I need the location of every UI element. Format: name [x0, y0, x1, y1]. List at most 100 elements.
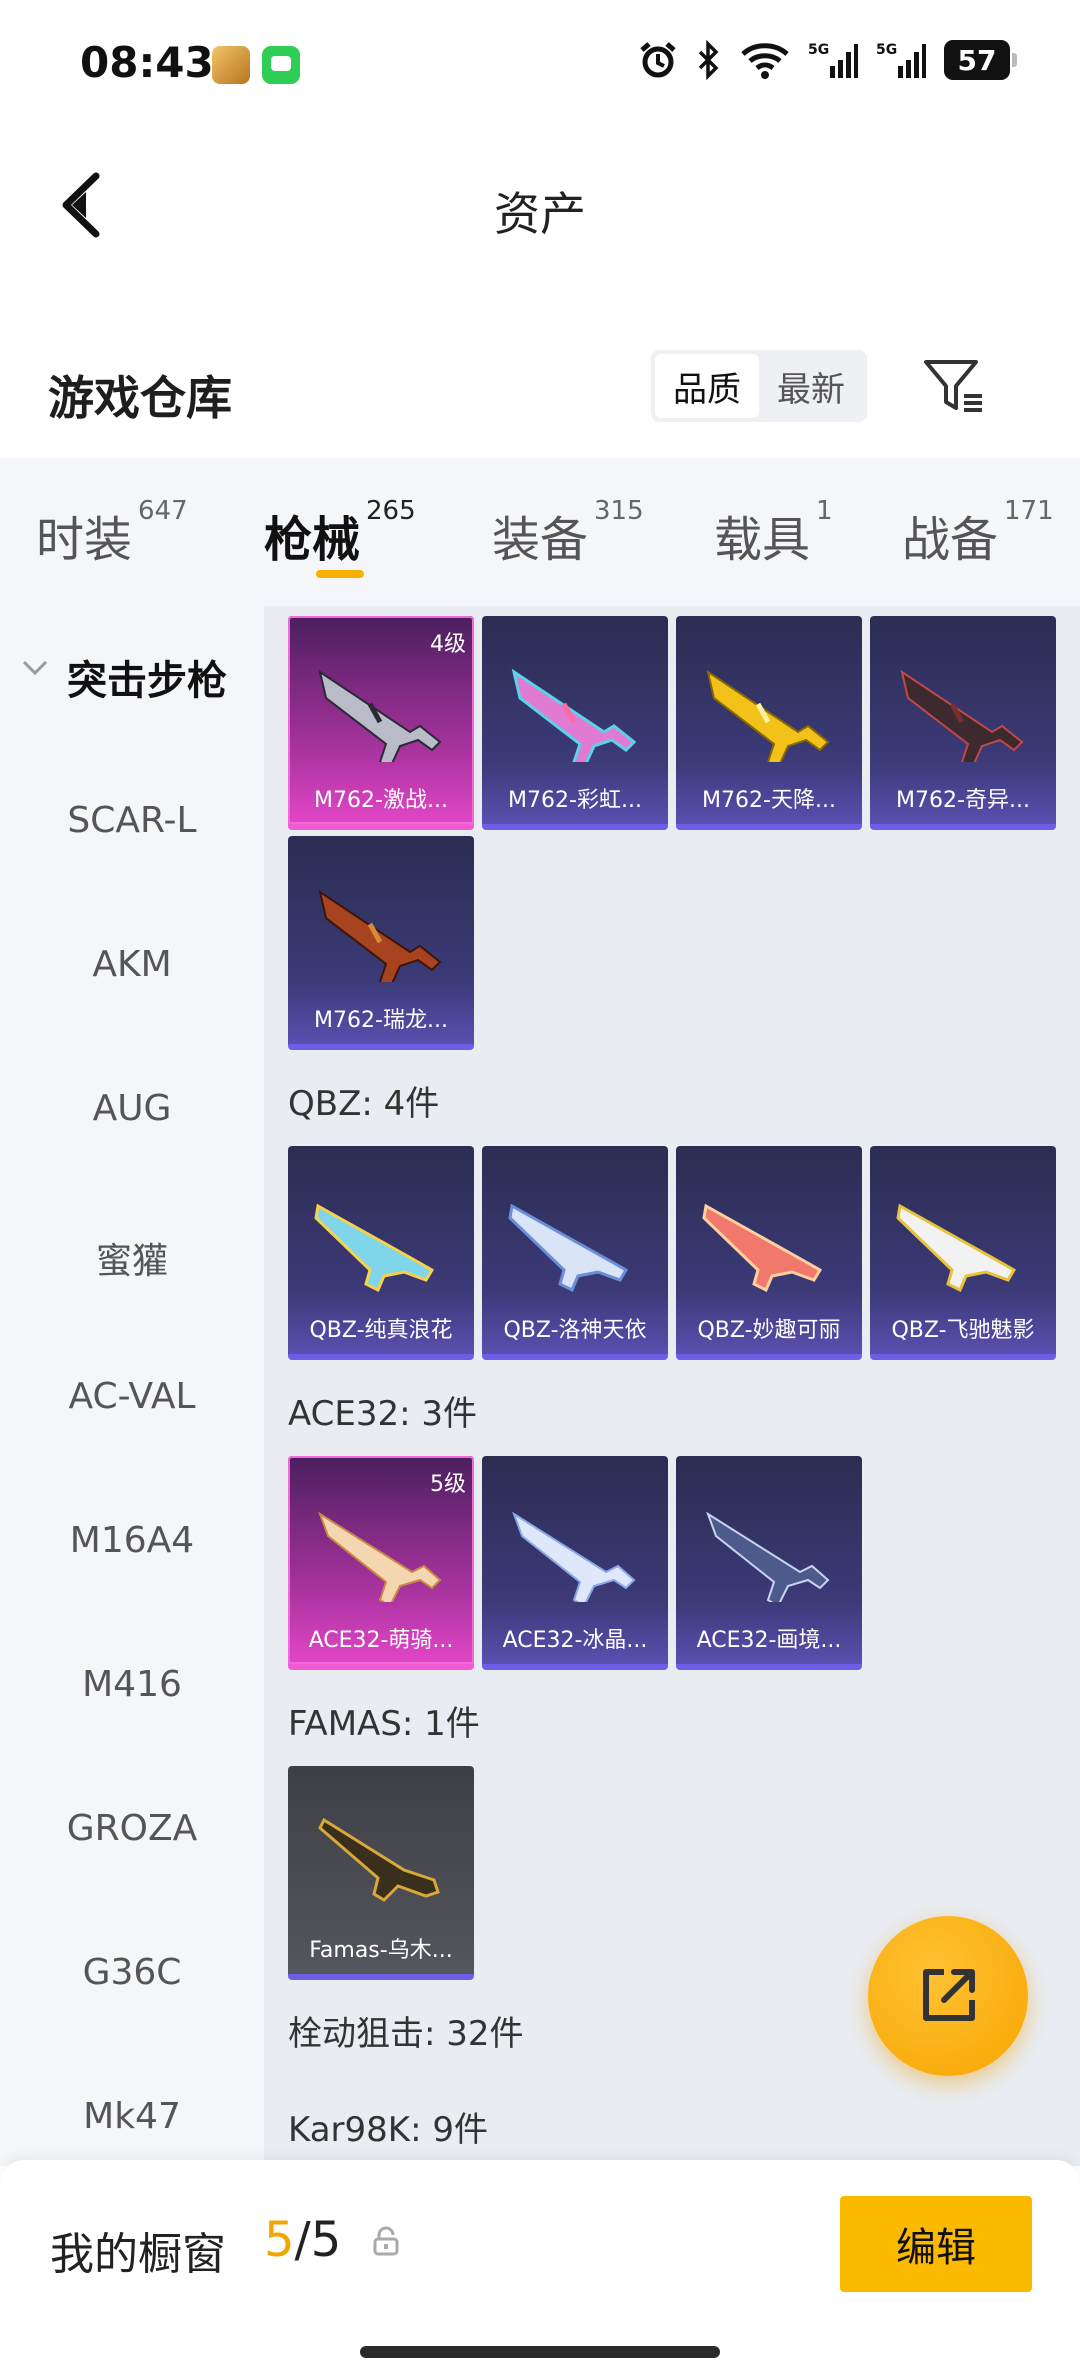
share-icon [923, 1969, 975, 2021]
rifle-icon [508, 1203, 629, 1292]
tab-label: 载具 [714, 512, 811, 568]
weapon-card[interactable]: ACE32-画境... [676, 1456, 862, 1670]
rifle-icon [900, 669, 1024, 762]
rifle-icon [706, 669, 830, 762]
sidebar-item-m16a4[interactable]: M16A4 [0, 1520, 264, 1561]
sidebar-item-m416[interactable]: M416 [0, 1664, 264, 1705]
card-name: M762-瑞龙... [314, 1008, 448, 1033]
home-indicator[interactable] [360, 2346, 720, 2358]
card-name: M762-奇异... [896, 788, 1030, 813]
sidebar-item-g36c[interactable]: G36C [0, 1952, 264, 1993]
active-tab-indicator [316, 570, 364, 578]
bluetooth-icon [698, 40, 719, 80]
tab-label: 时装 [36, 512, 133, 568]
weapon-card[interactable]: 4级 M762-激战... [288, 616, 474, 830]
category-tabs: 时装647 枪械265 装备315 载具1 战备171 [0, 458, 1080, 606]
sidebar-item-aug[interactable]: AUG [0, 1088, 264, 1129]
group-title: FAMAS: 1件 [288, 1704, 480, 1744]
card-name: QBZ-纯真浪花 [309, 1318, 453, 1343]
weapon-card[interactable]: M762-瑞龙... [288, 836, 474, 1050]
battery-indicator: 57 [944, 40, 1017, 80]
rifle-icon [706, 1511, 830, 1602]
card-name: QBZ-洛神天依 [503, 1318, 647, 1343]
showcase-sep: / [294, 2212, 311, 2268]
alarm-icon [640, 42, 676, 78]
filter-button[interactable] [918, 350, 990, 422]
rifle-icon [511, 668, 637, 762]
warehouse-header: 游戏仓库 品质 最新 [0, 340, 1080, 450]
group-title: ACE32: 3件 [288, 1394, 478, 1434]
weapon-card[interactable]: M762-奇异... [870, 616, 1056, 830]
svg-text:5G: 5G [808, 42, 829, 58]
rifle-icon [702, 1203, 823, 1292]
weapon-card[interactable]: QBZ-洛神天依 [482, 1146, 668, 1360]
sidebar-item-groza[interactable]: GROZA [0, 1808, 264, 1849]
showcase-label: 我的橱窗 [50, 2229, 226, 2280]
weapon-card[interactable]: ACE32-冰晶... [482, 1456, 668, 1670]
weapon-category-sidebar: 突击步枪 SCAR-L AKM AUG 蜜獾 AC-VAL M16A4 M416… [0, 606, 264, 2166]
tab-count: 265 [366, 496, 416, 526]
weapon-card[interactable]: QBZ-纯真浪花 [288, 1146, 474, 1360]
sidebar-item-assault-rifle[interactable]: 突击步枪 [0, 648, 264, 706]
tab-count: 1 [816, 496, 833, 526]
status-icons: 5G 5G 57 [638, 40, 1017, 80]
lock-icon [373, 2226, 399, 2256]
tab-label: 装备 [492, 512, 589, 568]
message-notification-icon [262, 46, 300, 84]
rifle-icon [512, 1511, 636, 1602]
tab-count: 171 [1004, 496, 1054, 526]
rifle-icon [318, 669, 442, 762]
tab-count: 315 [594, 496, 644, 526]
card-name: QBZ-飞驰魅影 [891, 1318, 1035, 1343]
sort-quality-button[interactable]: 品质 [655, 354, 759, 418]
page-title: 资产 [494, 187, 586, 241]
status-bar: 08:43 5G 5G 57 [0, 0, 1080, 130]
sidebar-item-mk47[interactable]: Mk47 [0, 2096, 264, 2137]
signal-icon: 5G [808, 42, 858, 78]
warehouse-title: 游戏仓库 [48, 371, 232, 425]
group-title[interactable]: Kar98K: 9件 [288, 2102, 488, 2151]
card-name: ACE32-萌骑... [308, 1628, 454, 1653]
sort-toggle: 品质 最新 [651, 350, 867, 422]
weapon-card[interactable]: M762-天降... [676, 616, 862, 830]
rifle-icon [314, 1203, 435, 1292]
weapon-card[interactable]: M762-彩虹... [482, 616, 668, 830]
svg-text:5G: 5G [876, 42, 897, 58]
tab-equipment[interactable]: 装备315 [492, 496, 644, 570]
card-name: M762-彩虹... [508, 788, 642, 813]
group-title: QBZ: 4件 [288, 1084, 440, 1124]
nav-bar: 资产 [0, 140, 1080, 270]
app-notification-icon [212, 46, 250, 84]
tab-count: 647 [138, 496, 188, 526]
card-name: Famas-乌木... [309, 1938, 453, 1963]
tab-weapons[interactable]: 枪械265 [264, 496, 416, 570]
showcase-current: 5 [264, 2212, 295, 2268]
card-name: ACE32-冰晶... [502, 1628, 648, 1653]
weapon-card[interactable]: 5级 ACE32-萌骑... [288, 1456, 474, 1670]
wifi-icon [741, 43, 789, 79]
tab-label: 战备 [902, 512, 999, 568]
tab-clothing[interactable]: 时装647 [36, 496, 188, 570]
sidebar-item-akm[interactable]: AKM [0, 944, 264, 985]
edit-button[interactable]: 编辑 [840, 2196, 1032, 2292]
weapon-card[interactable]: QBZ-飞驰魅影 [870, 1146, 1056, 1360]
signal-icon: 5G [876, 42, 926, 78]
status-time: 08:43 [80, 38, 214, 87]
rifle-icon [318, 1511, 442, 1602]
weapon-card[interactable]: Famas-乌木... [288, 1766, 474, 1980]
card-name: QBZ-妙趣可丽 [697, 1318, 841, 1343]
tab-supplies[interactable]: 战备171 [902, 496, 1054, 570]
sidebar-item-ac-val[interactable]: AC-VAL [0, 1376, 264, 1417]
sidebar-item-scar-l[interactable]: SCAR-L [0, 800, 264, 841]
group-title[interactable]: 栓动狙击: 32件 [288, 2006, 524, 2055]
sort-newest-button[interactable]: 最新 [759, 354, 863, 418]
sidebar-item-honey-badger[interactable]: 蜜獾 [0, 1232, 264, 1284]
filter-icon [924, 360, 982, 412]
tab-vehicles[interactable]: 载具1 [714, 496, 833, 570]
tab-label: 枪械 [264, 512, 361, 568]
card-name: ACE32-画境... [696, 1628, 842, 1653]
rifle-icon [318, 1817, 440, 1902]
weapon-card[interactable]: QBZ-妙趣可丽 [676, 1146, 862, 1360]
share-button[interactable] [868, 1916, 1028, 2076]
showcase-total: 5 [310, 2212, 342, 2268]
